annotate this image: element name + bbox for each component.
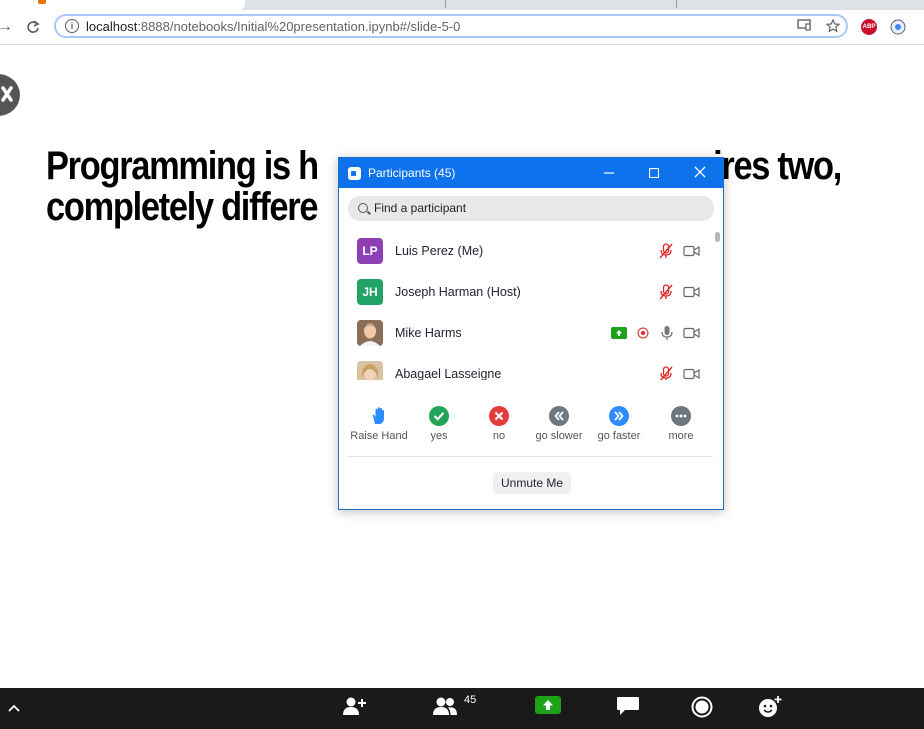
record-icon[interactable] (637, 327, 649, 339)
close-icon (1, 86, 13, 102)
participant-name: Mike Harms (395, 326, 462, 340)
cast-icon[interactable] (797, 19, 811, 34)
chat-icon (617, 697, 639, 715)
reaction-label: go slower (535, 430, 583, 442)
fast-forward-icon (609, 406, 629, 426)
go-faster-button[interactable]: go faster (589, 406, 649, 442)
avatar-photo-icon (357, 320, 383, 346)
avatar (357, 361, 383, 380)
search-icon (358, 203, 368, 213)
participants-titlebar[interactable]: Participants (45) (339, 158, 723, 188)
raise-hand-button[interactable]: Raise Hand (349, 406, 409, 442)
minimize-icon[interactable] (597, 162, 621, 184)
muted-mic-icon[interactable] (659, 284, 673, 300)
chevron-up-icon[interactable] (8, 704, 20, 712)
maximize-icon[interactable] (642, 162, 666, 184)
reactions-bar: Raise Hand yes no go slower go faster mo… (339, 406, 723, 454)
slide-heading-line1: Programming is h (46, 144, 319, 188)
share-screen-button[interactable] (518, 688, 578, 729)
go-slower-button[interactable]: go slower (529, 406, 589, 442)
participants-panel: Participants (45) LP Luis Perez (Me) (338, 157, 724, 510)
raise-hand-icon (372, 407, 384, 424)
participant-row[interactable]: LP Luis Perez (Me) (339, 230, 715, 271)
record-button[interactable] (672, 688, 732, 729)
tab-strip (0, 0, 924, 10)
meeting-toolbar (0, 688, 924, 729)
participant-search-input[interactable] (374, 201, 694, 215)
video-off-icon[interactable] (683, 327, 700, 339)
divider (347, 456, 713, 457)
close-window-icon[interactable] (688, 162, 712, 184)
participant-list-scrollbar[interactable] (715, 232, 720, 242)
check-icon (429, 406, 449, 426)
favicon-icon (38, 0, 46, 4)
participant-name: Luis Perez (Me) (395, 244, 484, 258)
muted-mic-icon[interactable] (659, 366, 673, 380)
unmute-me-button[interactable]: Unmute Me (493, 472, 571, 494)
participants-title: Participants (45) (368, 166, 456, 180)
participant-count-badge: 45 (464, 694, 477, 706)
reaction-label: go faster (597, 430, 641, 442)
participant-list[interactable]: LP Luis Perez (Me) JH Joseph Harman (Hos… (339, 230, 715, 380)
record-icon (691, 696, 713, 718)
no-button[interactable]: no (469, 406, 529, 442)
reactions-button[interactable] (740, 688, 800, 729)
slide-heading-line2: completely differe (46, 185, 318, 229)
url-text[interactable]: localhost:8888/notebooks/Initial%20prese… (86, 19, 460, 34)
video-off-icon[interactable] (683, 245, 700, 257)
more-reactions-button[interactable]: more (651, 406, 711, 442)
participant-name: Joseph Harman (Host) (395, 285, 521, 299)
rewind-icon (549, 406, 569, 426)
share-screen-icon[interactable] (611, 327, 627, 339)
browser-toolbar: → i localhost:8888/notebooks/Initial%20p… (0, 10, 924, 45)
adblock-extension-icon[interactable]: ABP (861, 19, 877, 35)
avatar (357, 320, 383, 346)
avatar: LP (357, 238, 383, 264)
participant-row[interactable]: Abagael Lasseigne (339, 353, 715, 380)
video-off-icon[interactable] (683, 368, 700, 380)
forward-arrow-icon[interactable]: → (0, 16, 16, 38)
participant-row[interactable]: Mike Harms (339, 312, 715, 353)
reaction-label: no (492, 430, 506, 442)
participant-search (348, 196, 714, 221)
x-icon (489, 406, 509, 426)
bookmark-star-icon[interactable] (825, 18, 841, 36)
site-info-icon[interactable]: i (65, 19, 79, 33)
extension-globe-icon[interactable] (890, 19, 906, 35)
avatar-photo-icon (357, 361, 383, 380)
zoom-logo-icon (348, 167, 361, 180)
invite-button[interactable] (325, 688, 385, 729)
slide-back-button[interactable] (0, 74, 20, 116)
yes-button[interactable]: yes (409, 406, 469, 442)
reaction-label: more (668, 430, 694, 442)
tab-separator (676, 0, 677, 8)
participants-icon (433, 697, 457, 715)
participant-name: Abagael Lasseigne (395, 367, 502, 380)
tab-separator (445, 0, 446, 8)
tab-active[interactable] (0, 0, 245, 10)
avatar: JH (357, 279, 383, 305)
reload-icon[interactable] (22, 16, 44, 38)
add-user-icon (343, 697, 366, 715)
mic-icon[interactable] (661, 325, 673, 341)
video-off-icon[interactable] (683, 286, 700, 298)
reaction-label: yes (430, 430, 448, 442)
emoji-add-icon (759, 696, 782, 717)
more-icon (671, 406, 691, 426)
chat-button[interactable] (598, 688, 658, 729)
muted-mic-icon[interactable] (659, 243, 673, 259)
share-screen-icon (535, 696, 561, 714)
address-bar[interactable]: i localhost:8888/notebooks/Initial%20pre… (54, 14, 848, 38)
participant-row[interactable]: JH Joseph Harman (Host) (339, 271, 715, 312)
reaction-label: Raise Hand (350, 430, 408, 442)
